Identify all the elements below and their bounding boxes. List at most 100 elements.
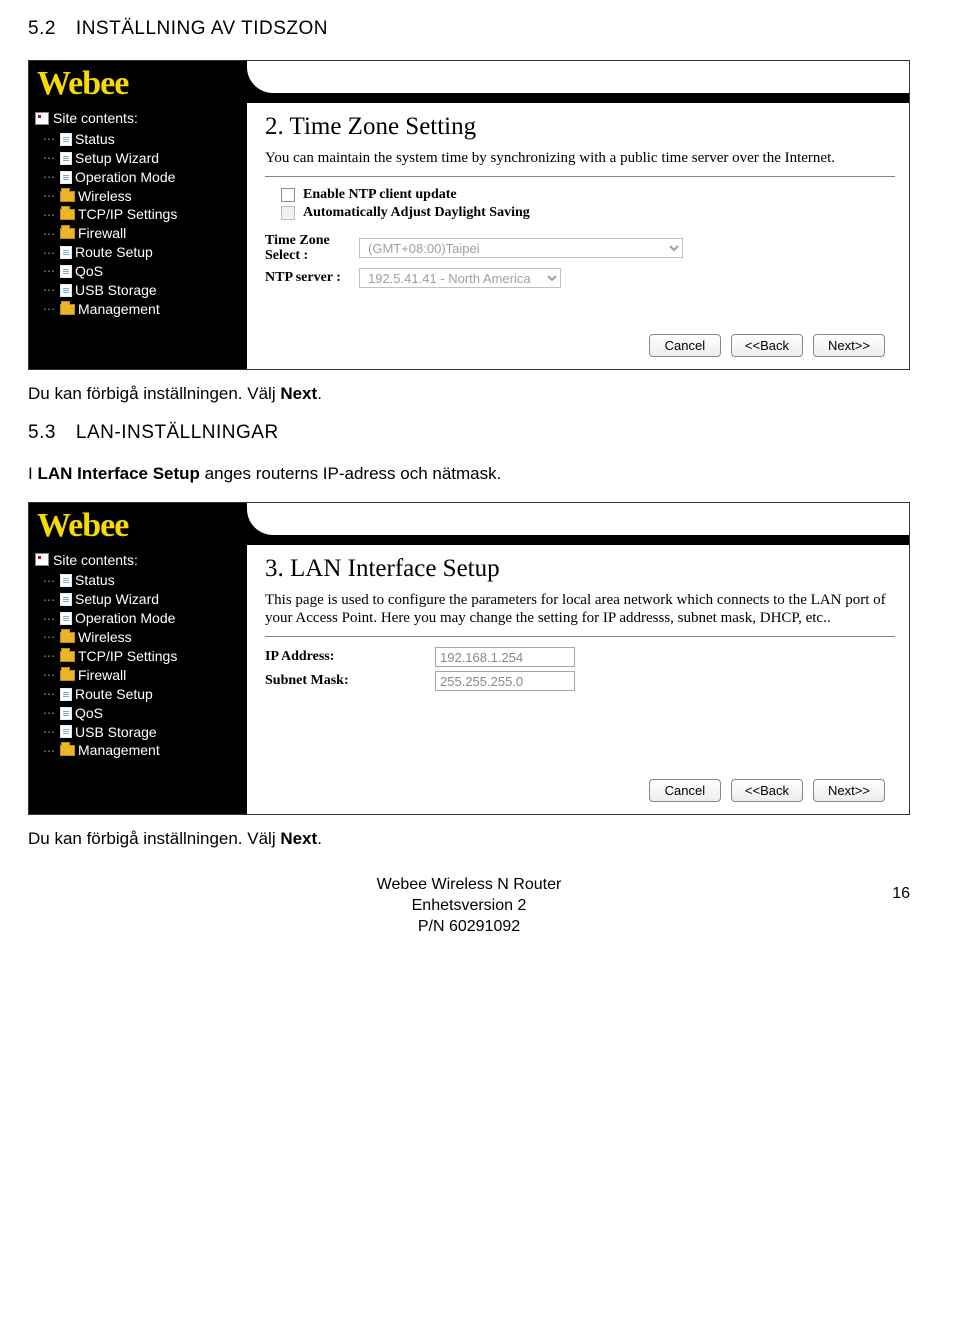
sidebar-item-usb-storage[interactable]: ⋯USB Storage [43, 281, 243, 300]
sidebar-item-management[interactable]: ⋯Management [43, 741, 243, 760]
divider [265, 176, 895, 177]
sidebar-item-label: Wireless [78, 187, 132, 206]
next-button[interactable]: Next>> [813, 334, 885, 357]
sidebar-item-firewall[interactable]: ⋯Firewall [43, 224, 243, 243]
sidebar-item-label: Status [75, 571, 115, 590]
sidebar-item-label: Wireless [78, 628, 132, 647]
webee-logo: Webee [37, 67, 237, 101]
page-icon [60, 284, 72, 297]
sidebar-item-management[interactable]: ⋯Management [43, 300, 243, 319]
footer-line-2: Enhetsversion 2 [28, 896, 910, 917]
header-bar [247, 503, 909, 545]
router-header: Webee [29, 61, 909, 103]
subnet-mask-field: Subnet Mask: [265, 671, 895, 691]
next-button[interactable]: Next>> [813, 779, 885, 802]
folder-icon [60, 745, 75, 756]
back-button[interactable]: <<Back [731, 779, 803, 802]
content-panel-timezone: 2. Time Zone Setting You can maintain th… [247, 103, 909, 369]
page-icon [60, 725, 72, 738]
webee-logo: Webee [37, 509, 237, 543]
page-icon [60, 133, 72, 146]
sidebar-item-label: Management [78, 300, 160, 319]
para-text: . [317, 384, 322, 403]
para-text: Du kan förbigå inställningen. Välj [28, 829, 280, 848]
sidebar-item-firewall[interactable]: ⋯Firewall [43, 666, 243, 685]
site-icon [35, 112, 49, 125]
sidebar-header: Site contents: [35, 109, 243, 128]
sidebar-item-label: Route Setup [75, 685, 153, 704]
ip-address-field: IP Address: [265, 647, 895, 667]
sidebar-item-operation-mode[interactable]: ⋯Operation Mode [43, 609, 243, 628]
panel-desc: This page is used to configure the param… [265, 591, 895, 629]
folder-icon [60, 670, 75, 681]
sidebar-item-route-setup[interactable]: ⋯Route Setup [43, 685, 243, 704]
sidebar-item-label: Management [78, 741, 160, 760]
paragraph-skip-1: Du kan förbigå inställningen. Välj Next. [28, 384, 910, 404]
ip-address-input[interactable] [435, 647, 575, 667]
sidebar-header-label: Site contents: [53, 109, 138, 128]
sidebar-header: Site contents: [35, 551, 243, 570]
sidebar-item-status[interactable]: ⋯Status [43, 130, 243, 149]
para-bold: Next [280, 829, 317, 848]
page-number: 16 [892, 885, 910, 903]
section-title-text: INSTÄLLNING AV TIDSZON [76, 18, 328, 39]
folder-icon [60, 228, 75, 239]
paragraph-lan-setup: I LAN Interface Setup anges routerns IP-… [28, 464, 910, 484]
section-title-text: LAN-INSTÄLLNINGAR [76, 422, 279, 443]
sidebar-item-label: Firewall [78, 666, 126, 685]
page-icon [60, 246, 72, 259]
ntp-server-field: NTP server : 192.5.41.41 - North America [265, 268, 895, 288]
sidebar: Site contents: ⋯Status ⋯Setup Wizard ⋯Op… [29, 103, 247, 369]
sidebar-item-tcpip[interactable]: ⋯TCP/IP Settings [43, 647, 243, 666]
sidebar-item-label: Route Setup [75, 243, 153, 262]
page-icon [60, 688, 72, 701]
sidebar-item-label: Setup Wizard [75, 149, 159, 168]
cancel-button[interactable]: Cancel [649, 779, 721, 802]
subnet-mask-label: Subnet Mask: [265, 673, 435, 688]
sidebar-item-label: QoS [75, 262, 103, 281]
para-bold: LAN Interface Setup [37, 464, 199, 483]
page-icon [60, 265, 72, 278]
ntp-server-select[interactable]: 192.5.41.41 - North America [359, 268, 561, 288]
sidebar-item-usb-storage[interactable]: ⋯USB Storage [43, 723, 243, 742]
checkbox-label: Enable NTP client update [303, 187, 457, 203]
para-text: . [317, 829, 322, 848]
section-heading-53: 5.3 LAN-INSTÄLLNINGAR [28, 422, 910, 444]
sidebar-item-setup-wizard[interactable]: ⋯Setup Wizard [43, 590, 243, 609]
sidebar-item-tcpip[interactable]: ⋯TCP/IP Settings [43, 205, 243, 224]
checkbox-icon [281, 206, 295, 220]
sidebar-item-setup-wizard[interactable]: ⋯Setup Wizard [43, 149, 243, 168]
sidebar-item-label: Setup Wizard [75, 590, 159, 609]
sidebar-item-wireless[interactable]: ⋯Wireless [43, 628, 243, 647]
folder-icon [60, 632, 75, 643]
sidebar-item-status[interactable]: ⋯Status [43, 571, 243, 590]
page-icon [60, 171, 72, 184]
sidebar-item-label: Operation Mode [75, 168, 175, 187]
ntp-server-label: NTP server : [265, 270, 359, 285]
page-icon [60, 707, 72, 720]
checkbox-daylight-saving[interactable]: Automatically Adjust Daylight Saving [281, 205, 895, 221]
panel-title: 2. Time Zone Setting [265, 113, 895, 141]
site-icon [35, 553, 49, 566]
sidebar-item-qos[interactable]: ⋯QoS [43, 262, 243, 281]
router-header: Webee [29, 503, 909, 545]
sidebar-item-route-setup[interactable]: ⋯Route Setup [43, 243, 243, 262]
logo-cell: Webee [29, 503, 247, 545]
sidebar-item-label: Operation Mode [75, 609, 175, 628]
panel-title: 3. LAN Interface Setup [265, 555, 895, 583]
section-num: 5.3 [28, 422, 56, 444]
sidebar-item-operation-mode[interactable]: ⋯Operation Mode [43, 168, 243, 187]
page-icon [60, 593, 72, 606]
page-icon [60, 574, 72, 587]
sidebar-item-qos[interactable]: ⋯QoS [43, 704, 243, 723]
cancel-button[interactable]: Cancel [649, 334, 721, 357]
paragraph-skip-2: Du kan förbigå inställningen. Välj Next. [28, 829, 910, 849]
panel-desc: You can maintain the system time by sync… [265, 149, 895, 168]
sidebar-item-wireless[interactable]: ⋯Wireless [43, 187, 243, 206]
timezone-select[interactable]: (GMT+08:00)Taipei [359, 238, 683, 258]
folder-icon [60, 191, 75, 202]
subnet-mask-input[interactable] [435, 671, 575, 691]
back-button[interactable]: <<Back [731, 334, 803, 357]
folder-icon [60, 209, 75, 220]
checkbox-enable-ntp[interactable]: Enable NTP client update [281, 187, 895, 203]
